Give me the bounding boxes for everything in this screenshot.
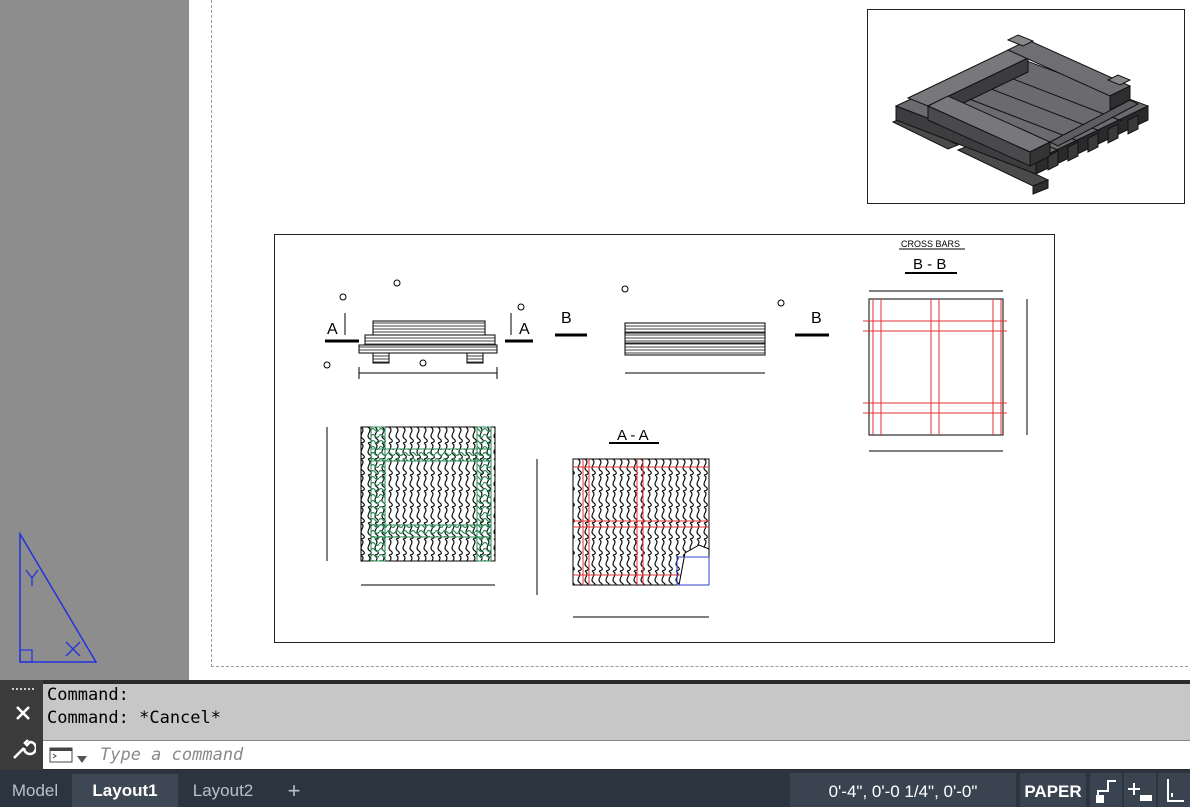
add-layout-button[interactable]: + (276, 774, 312, 807)
pallet-plan-view (326, 426, 496, 586)
command-input-bar[interactable] (43, 740, 1190, 769)
viewport-icon[interactable] (1090, 773, 1122, 807)
command-history-line: Command: *Cancel* (47, 708, 221, 728)
section-a-label-right: A (519, 321, 530, 338)
view-bb-title: B - B (913, 256, 946, 273)
dropdown-arrow-icon[interactable] (77, 751, 87, 763)
view-aa-title: A - A (617, 427, 649, 444)
command-prompt-icon[interactable] (49, 747, 73, 763)
tab-layout1[interactable]: Layout1 (72, 774, 178, 807)
cross-bars-note: CROSS BARS (901, 239, 960, 249)
section-b-label-right: B (811, 310, 822, 327)
tab-model[interactable]: Model (0, 774, 70, 807)
ortho-icon[interactable] (1158, 773, 1190, 807)
technical-drawing-sheet: A A B B CROSS BARS B - B A - A (323, 239, 1028, 618)
tab-layout2[interactable]: Layout2 (180, 774, 266, 807)
snap-icon[interactable] (1124, 773, 1156, 807)
command-history: Command: Command: *Cancel* (43, 684, 1190, 740)
wrench-icon[interactable] (10, 736, 38, 762)
model-paper-space-toggle[interactable]: PAPER (1020, 773, 1086, 807)
command-line-window[interactable]: Command: Command: *Cancel* (0, 680, 1190, 770)
elevation-view-a (323, 279, 533, 379)
elevation-view-b (555, 285, 829, 374)
viewport-3d-pallet[interactable] (867, 9, 1185, 204)
coordinates-display[interactable]: 0'-4", 0'-0 1/4", 0'-0" (790, 773, 1016, 807)
section-b-label-left: B (561, 310, 572, 327)
command-input[interactable] (98, 743, 1182, 767)
status-bar: Model Layout1 Layout2 + 0'-4", 0'-0 1/4"… (0, 770, 1190, 807)
section-aa-view (536, 458, 710, 618)
command-history-line: Command: (47, 685, 129, 705)
viewport-2d-drawings[interactable]: A A B B CROSS BARS B - B A - A (274, 234, 1055, 643)
crossbar-plan-view (863, 290, 1028, 452)
model-canvas-background[interactable]: A A B B CROSS BARS B - B A - A (0, 0, 1190, 680)
pallet-3d-drawing (891, 34, 1150, 195)
close-icon[interactable] (12, 702, 34, 724)
section-a-label-left: A (327, 321, 338, 338)
ucs-icon (14, 530, 104, 671)
